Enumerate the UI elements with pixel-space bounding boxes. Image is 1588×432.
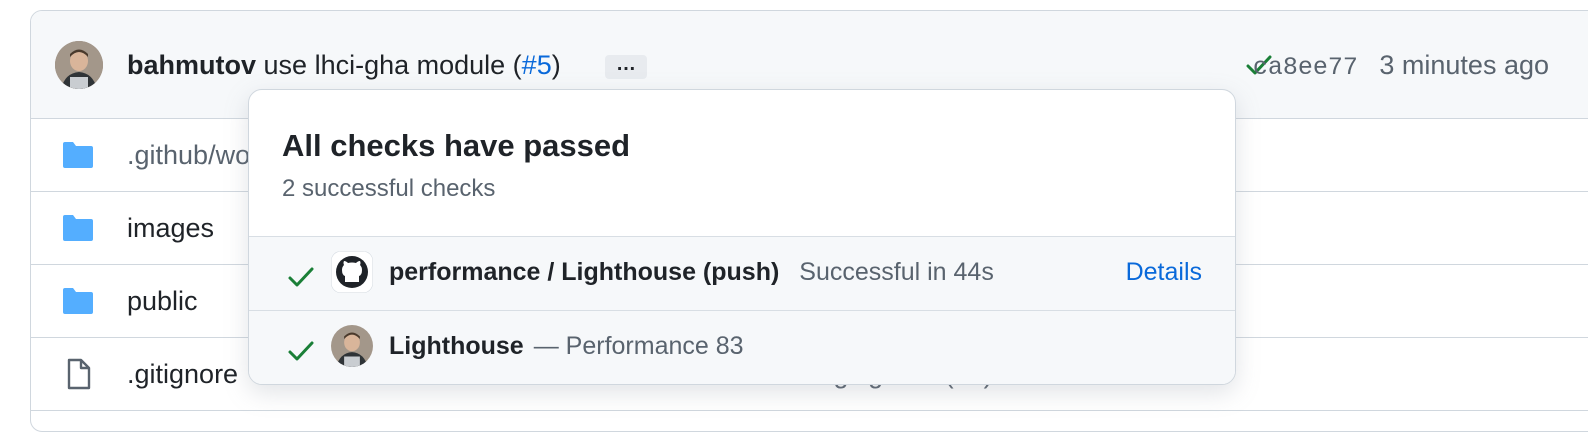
file-name[interactable]: .gitignore (127, 358, 238, 390)
commit-sha[interactable]: ca8ee77 (1253, 53, 1358, 82)
folder-icon (63, 215, 93, 241)
folder-icon (63, 142, 93, 168)
check-label: Lighthouse — Performance 83 (389, 331, 744, 361)
commit-text-end: ) (551, 50, 561, 80)
file-name[interactable]: images (127, 212, 214, 244)
commit-meta: ca8ee77 3 minutes ago (1239, 49, 1549, 84)
check-name: performance / Lighthouse (push) (389, 258, 780, 286)
checks-popover: All checks have passed 2 successful chec… (248, 89, 1236, 385)
details-link[interactable]: Details (1126, 257, 1202, 287)
check-name: Lighthouse (389, 332, 524, 360)
file-name[interactable]: public (127, 285, 198, 317)
commit-message: bahmutov use lhci-gha module (#5) (127, 49, 561, 81)
author-avatar[interactable] (55, 41, 103, 89)
check-icon (288, 341, 314, 361)
file-icon (67, 358, 91, 390)
check-row: performance / Lighthouse (push) Successfu… (249, 236, 1235, 311)
check-icon (288, 267, 314, 287)
check-avatar (331, 325, 373, 367)
commit-author[interactable]: bahmutov (127, 50, 256, 80)
check-status: — Performance 83 (533, 332, 744, 360)
expand-message-button[interactable]: … (605, 54, 647, 79)
popover-subtitle: 2 successful checks (282, 175, 496, 202)
github-actions-logo (331, 251, 373, 293)
check-status: Successful in 44s (799, 258, 994, 286)
popover-title: All checks have passed (282, 128, 631, 163)
check-label: performance / Lighthouse (push) Successfu… (389, 257, 994, 287)
commit-time: 3 minutes ago (1379, 50, 1549, 80)
check-row: Lighthouse — Performance 83 (249, 310, 1235, 384)
commit-text[interactable]: use lhci-gha module ( (264, 50, 522, 80)
folder-icon (63, 288, 93, 314)
pr-link[interactable]: #5 (522, 50, 552, 80)
